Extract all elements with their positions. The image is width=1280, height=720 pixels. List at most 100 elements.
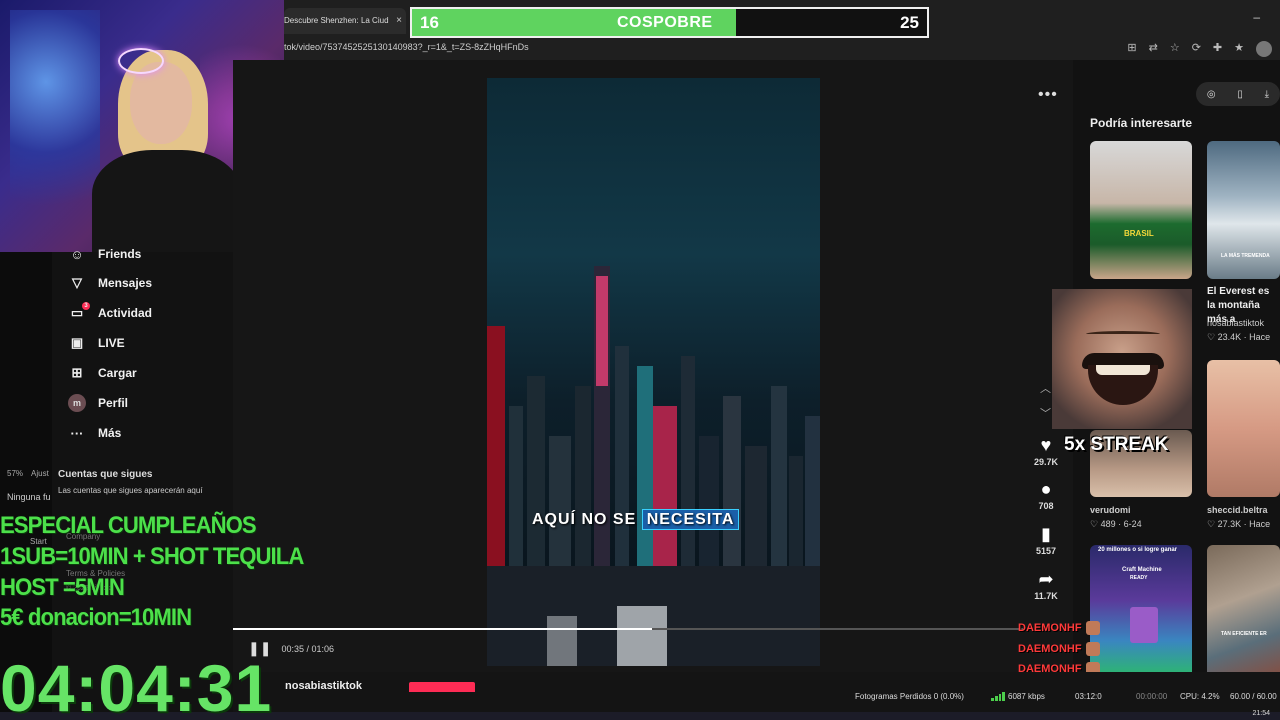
overlay-line-1: ESPECIAL CUMPLEAÑOS	[0, 512, 257, 539]
video-progress-fill	[233, 628, 652, 630]
chat-emote-icon	[1085, 641, 1100, 656]
taskbar-clock: 21:54	[1252, 710, 1270, 717]
rec-thumb-eficiente[interactable]: TAN EFICIENTE ER	[1207, 545, 1280, 682]
follow-button[interactable]	[409, 682, 475, 692]
obs-kbps: 6087 kbps	[1008, 692, 1045, 701]
obs-cpu: CPU: 4.2%	[1180, 692, 1220, 701]
extension-icon[interactable]: ⟳	[1192, 41, 1201, 57]
address-bar-icons: ⊞ ⇄ ☆ ⟳ ✚ ★	[1127, 41, 1272, 57]
rec-card-user[interactable]: verudomi	[1090, 505, 1131, 515]
recommendations-heading: Podría interesarte	[1090, 116, 1193, 130]
everest-label: LA MÁS TREMENDA	[1221, 253, 1270, 259]
obs-time-2: 00:00:00	[1136, 692, 1168, 701]
obs-fps: 60.00 / 60.00	[1230, 692, 1277, 701]
rec-card-title: 20 millones o si logre ganar	[1098, 547, 1178, 553]
score-title: COSPOBRE	[617, 14, 713, 31]
scoreboard: 16 COSPOBRE 25	[410, 7, 929, 38]
sidebar-item-activity[interactable]: ▭ 3 Actividad	[68, 302, 153, 323]
translate-icon[interactable]: ⇄	[1149, 41, 1158, 57]
profile-avatar-icon[interactable]	[1256, 41, 1272, 57]
share-count: 11.7K	[1034, 591, 1058, 601]
strip-ajust: Ajust	[31, 469, 49, 478]
brasil-label: BRASIL	[1124, 229, 1154, 238]
heart-icon: ♥	[1040, 435, 1052, 455]
download-icon[interactable]: ⤓	[1265, 89, 1269, 100]
signal-icon	[991, 692, 1005, 701]
chat-message: DAEMONHF	[1018, 639, 1114, 660]
obs-dropped-frames: Fotogramas Perdidos 0 (0.0%)	[855, 692, 964, 701]
sidebar-item-label: Mensajes	[98, 276, 153, 290]
following-heading: Cuentas que sigues	[58, 469, 153, 480]
sidebar-item-label: Más	[98, 426, 122, 440]
activity-badge: 3	[82, 302, 90, 310]
chevron-down-icon[interactable]: ﹀	[1040, 405, 1051, 421]
following-text: Las cuentas que sigues aparecerán aquí	[58, 486, 203, 495]
rec-card-user[interactable]: sheccid.beltra	[1207, 505, 1268, 515]
friends-icon: ☺	[70, 246, 84, 262]
rec-thumb-everest[interactable]: LA MÁS TREMENDA	[1207, 141, 1280, 279]
favorites-icon[interactable]: ★	[1234, 41, 1244, 57]
score-right: 25	[900, 13, 919, 32]
chat-username[interactable]: DAEMONHF	[1018, 622, 1082, 634]
more-icon: ···	[70, 425, 84, 441]
subathon-timer: 04:04:31	[0, 651, 273, 720]
video-player[interactable]: AQUÍ NO SE NECESITA	[487, 78, 820, 666]
caption-highlight: NECESITA	[641, 509, 740, 530]
video-time: 00:35 / 01:06	[281, 643, 335, 654]
sidebar-item-label: Actividad	[98, 306, 153, 320]
craft-ready-label: READY	[1130, 575, 1148, 581]
streamer-face	[130, 62, 192, 144]
upload-icon: ⊞	[71, 365, 83, 380]
sidebar-item-live[interactable]: ▣ LIVE	[68, 333, 125, 353]
browser-tab[interactable]: Descubre Shenzhen: La Ciud ×	[284, 8, 406, 34]
sidebar-item-friends[interactable]: ☺ Friends	[68, 244, 141, 264]
sidebar-item-label: Friends	[98, 247, 142, 261]
compass-icon[interactable]: ◎	[1207, 89, 1216, 100]
video-caption: AQUÍ NO SE NECESITA	[532, 509, 740, 530]
rec-card-meta: ♡ 27.3K · Hace	[1207, 519, 1271, 529]
chat-emote-icon	[1085, 621, 1100, 636]
overlay-line-2: 1SUB=10MIN + SHOT TEQUILA	[0, 543, 304, 570]
chat-message: DAEMONHF	[1018, 618, 1114, 639]
chevron-up-icon[interactable]: ︿	[1040, 380, 1051, 396]
machine-graphic	[1130, 607, 1158, 643]
save-count: 5157	[1035, 546, 1057, 556]
tab-close-icon[interactable]: ×	[396, 8, 402, 34]
minimize-icon[interactable]: –	[1253, 10, 1260, 24]
sidebar-item-profile[interactable]: m Perfil	[68, 393, 128, 413]
sidebar-item-upload[interactable]: ⊞ Cargar	[68, 363, 137, 383]
score-left: 16	[420, 13, 439, 32]
more-options-icon[interactable]: •••	[1038, 86, 1058, 104]
like-count: 29.7K	[1033, 457, 1059, 467]
rec-thumb-brasil[interactable]: BRASIL	[1090, 141, 1192, 279]
star-icon[interactable]: ☆	[1170, 41, 1180, 57]
comment-count: 708	[1038, 501, 1054, 511]
stream-screen: Descubre Shenzhen: La Ciud × – tok/video…	[0, 0, 1280, 720]
bookmark-icon: ▮	[1041, 524, 1051, 544]
live-icon: ▣	[70, 335, 84, 350]
strip-ninguna: Ninguna fu	[7, 492, 51, 502]
sidebar-item-messages[interactable]: ▽ Mensajes	[68, 273, 152, 293]
caption-text: AQUÍ NO SE	[532, 511, 637, 528]
obs-time-1: 03:12:0	[1075, 692, 1102, 701]
comment-button[interactable]: ● 708	[1030, 479, 1062, 511]
video-author[interactable]: nosabiastiktok	[285, 680, 362, 692]
like-button[interactable]: ♥ 29.7K	[1030, 435, 1062, 467]
video-progress-bar[interactable]	[233, 628, 1023, 630]
install-icon[interactable]: ⊞	[1127, 41, 1136, 57]
overlay-line-3: HOST =5MIN	[0, 574, 125, 601]
save-button[interactable]: ▮ 5157	[1030, 524, 1062, 556]
address-bar[interactable]: tok/video/7537452525130140983?_r=1&_t=ZS…	[284, 38, 1280, 60]
phone-icon[interactable]: ▯	[1237, 89, 1243, 100]
puzzle-icon[interactable]: ✚	[1213, 41, 1222, 57]
sidebar-item-more[interactable]: ··· Más	[68, 423, 122, 443]
url-text[interactable]: tok/video/7537452525130140983?_r=1&_t=ZS…	[284, 42, 529, 52]
rec-thumb-sheccid[interactable]	[1207, 360, 1280, 497]
chat-username[interactable]: DAEMONHF	[1018, 643, 1082, 655]
sidebar-item-label: LIVE	[98, 336, 125, 350]
share-button[interactable]: ➦ 11.7K	[1030, 569, 1062, 601]
sidebar-item-label: Cargar	[98, 366, 137, 380]
tab-title: Descubre Shenzhen: La Ciud	[284, 16, 389, 25]
rec-card-user[interactable]: nosabiastiktok	[1207, 318, 1264, 328]
rec-card-meta: ♡ 489 · 6-24	[1090, 519, 1142, 529]
